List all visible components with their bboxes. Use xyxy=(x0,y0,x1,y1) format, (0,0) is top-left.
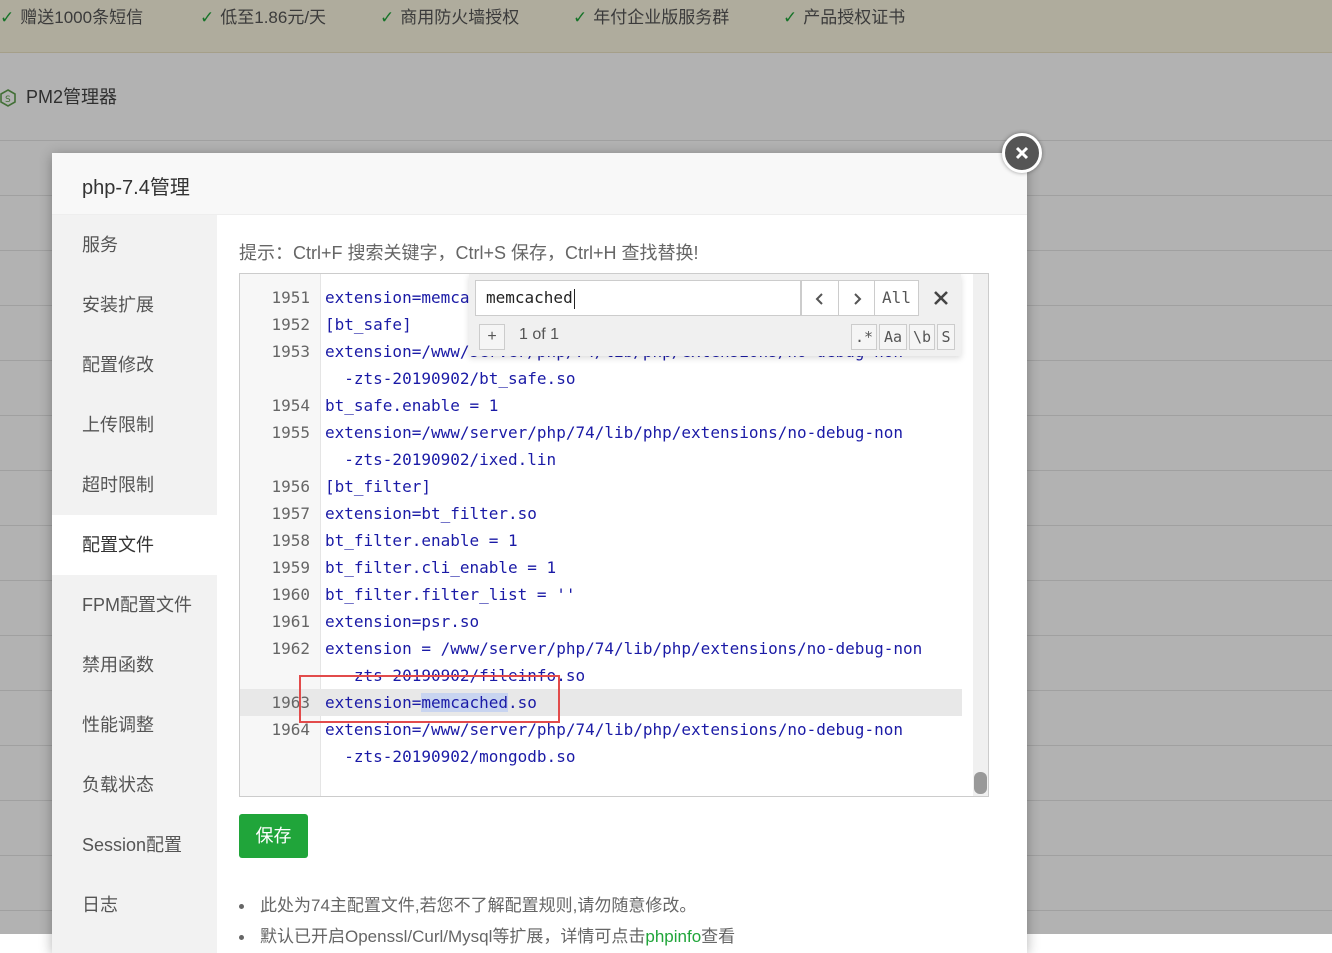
code-line[interactable]: 1958 bt_filter.enable = 1 xyxy=(240,527,962,554)
code-text: -zts-20190902/mongodb.so xyxy=(325,747,576,766)
sidebar-item-performance[interactable]: 性能调整 xyxy=(52,695,217,755)
shortcut-tip: 提示：Ctrl+F 搜索关键字，Ctrl+S 保存，Ctrl+H 查找替换! xyxy=(239,243,699,263)
code-text: extension = /www/server/php/74/lib/php/e… xyxy=(325,639,923,658)
sidebar-item-fpm-config[interactable]: FPM配置文件 xyxy=(52,575,217,635)
code-text: bt_filter.enable = 1 xyxy=(325,531,518,550)
close-icon xyxy=(1015,146,1029,160)
code-line[interactable]: 1957 extension=bt_filter.so xyxy=(240,500,962,527)
line-number: 1956 xyxy=(271,477,310,496)
code-line[interactable]: 1959 bt_filter.cli_enable = 1 xyxy=(240,554,962,581)
line-number: 1960 xyxy=(271,585,310,604)
line-number: 1952 xyxy=(271,315,310,334)
code-line[interactable]: 1954 bt_safe.enable = 1 xyxy=(240,392,962,419)
code-line[interactable]: 1962 extension = /www/server/php/74/lib/p… xyxy=(240,635,962,662)
match-count: 1 of 1 xyxy=(519,326,560,343)
code-line[interactable]: 1960 bt_filter.filter_list = '' xyxy=(240,581,962,608)
modal-title-bar: php-7.4管理 xyxy=(52,153,1027,215)
sidebar-item-timeout-limit[interactable]: 超时限制 xyxy=(52,455,217,515)
php-manager-modal: php-7.4管理 服务 安装扩展 配置修改 上传限制 超时限制 配置文件 FP… xyxy=(52,153,1027,953)
sidebar-item-log[interactable]: 日志 xyxy=(52,875,217,935)
regex-toggle[interactable]: .* xyxy=(851,324,877,350)
code-line[interactable]: 1955 extension=/www/server/php/74/lib/php… xyxy=(240,419,962,446)
chevron-left-icon xyxy=(815,292,823,305)
chevron-right-icon xyxy=(853,292,861,305)
code-text: -zts-20190902/ixed.lin xyxy=(325,450,557,469)
line-number: 1961 xyxy=(271,612,310,631)
code-line[interactable]: -zts-20190902/mongodb.so xyxy=(240,743,962,770)
bullet xyxy=(239,935,244,941)
code-text: extension=/www/server/php/74/lib/php/ext… xyxy=(325,423,903,442)
code-text: bt_filter.cli_enable = 1 xyxy=(325,558,557,577)
code-text: bt_safe.enable = 1 xyxy=(325,396,499,415)
code-line[interactable]: -zts-20190902/bt_safe.so xyxy=(240,365,962,392)
sidebar-item-service[interactable]: 服务 xyxy=(52,215,217,275)
code-line[interactable]: 1961 extension=psr.so xyxy=(240,608,962,635)
line-number: 1951 xyxy=(271,288,310,307)
line-number: 1953 xyxy=(271,342,310,361)
find-input[interactable]: memcached xyxy=(475,280,801,316)
phpinfo-link[interactable]: phpinfo xyxy=(645,927,701,946)
line-number: 1954 xyxy=(271,396,310,415)
line-number: 1955 xyxy=(271,423,310,442)
in-selection-toggle[interactable]: S xyxy=(937,324,955,350)
highlight-annotation-box xyxy=(299,675,560,723)
text-caret xyxy=(573,288,575,309)
code-text: extension=bt_filter.so xyxy=(325,504,537,523)
modal-sidebar: 服务 安装扩展 配置修改 上传限制 超时限制 配置文件 FPM配置文件 禁用函数… xyxy=(52,215,217,953)
sidebar-item-upload-limit[interactable]: 上传限制 xyxy=(52,395,217,455)
sidebar-item-install-extension[interactable]: 安装扩展 xyxy=(52,275,217,335)
toggle-replace-button[interactable]: + xyxy=(479,324,505,350)
find-panel: memcached All + 1 of 1 .* Aa \b S xyxy=(469,274,961,356)
bullet xyxy=(239,904,244,910)
line-number: 1962 xyxy=(271,639,310,658)
sidebar-item-session-config[interactable]: Session配置 xyxy=(52,815,217,875)
modal-title: php-7.4管理 xyxy=(82,177,190,199)
line-number: 1957 xyxy=(271,504,310,523)
whole-word-toggle[interactable]: \b xyxy=(909,324,935,350)
code-text: [bt_safe] xyxy=(325,315,412,334)
sidebar-item-load-status[interactable]: 负载状态 xyxy=(52,755,217,815)
note-item: 此处为74主配置文件,若您不了解配置规则,请勿随意修改。 xyxy=(239,891,696,916)
code-text: extension=memca xyxy=(325,288,470,307)
close-modal-button[interactable] xyxy=(1002,133,1042,173)
code-line[interactable]: 1956 [bt_filter] xyxy=(240,473,962,500)
sidebar-item-disabled-functions[interactable]: 禁用函数 xyxy=(52,635,217,695)
line-number: 1959 xyxy=(271,558,310,577)
note-item: 默认已开启Openssl/Curl/Mysql等扩展，详情可点击phpinfo查… xyxy=(239,922,735,947)
code-text: extension=psr.so xyxy=(325,612,480,631)
code-text: bt_filter.filter_list = '' xyxy=(325,585,576,604)
code-line[interactable]: -zts-20190902/ixed.lin xyxy=(240,446,962,473)
scroll-thumb[interactable] xyxy=(974,772,987,794)
code-line[interactable] xyxy=(240,770,962,796)
code-text: [bt_filter] xyxy=(325,477,431,496)
save-button[interactable]: 保存 xyxy=(239,814,308,858)
find-next-button[interactable] xyxy=(838,280,875,316)
case-sensitive-toggle[interactable]: Aa xyxy=(879,324,907,350)
find-prev-button[interactable] xyxy=(801,280,839,316)
code-text: -zts-20190902/bt_safe.so xyxy=(325,369,576,388)
close-find-icon[interactable] xyxy=(931,288,951,308)
find-all-button[interactable]: All xyxy=(874,280,919,316)
editor-scrollbar[interactable] xyxy=(973,274,988,796)
line-number: 1958 xyxy=(271,531,310,550)
config-file-panel: 提示：Ctrl+F 搜索关键字，Ctrl+S 保存，Ctrl+H 查找替换! 1… xyxy=(217,215,1027,953)
sidebar-item-config-modify[interactable]: 配置修改 xyxy=(52,335,217,395)
sidebar-item-config-file[interactable]: 配置文件 xyxy=(52,515,217,575)
